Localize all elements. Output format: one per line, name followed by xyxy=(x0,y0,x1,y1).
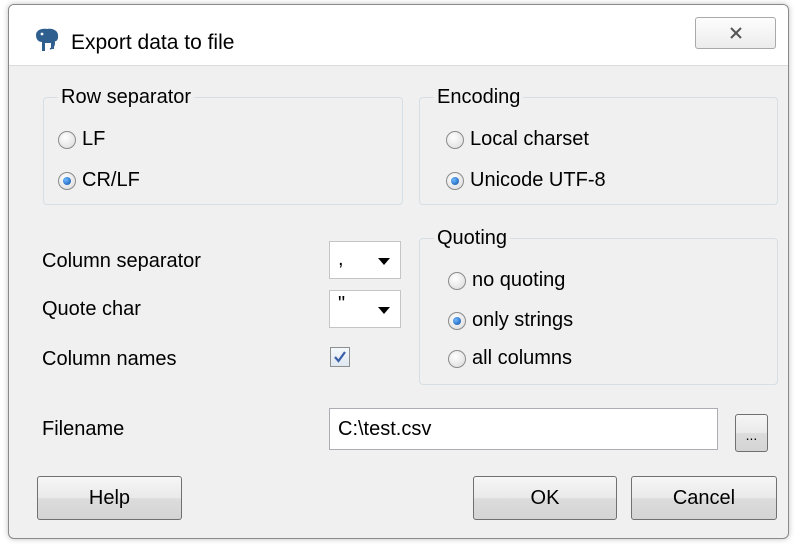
encoding-legend: Encoding xyxy=(434,85,524,109)
radio-button[interactable] xyxy=(58,171,76,190)
radio-label: no quoting xyxy=(472,269,566,291)
ok-label: OK xyxy=(530,486,560,509)
row-separator-legend: Row separator xyxy=(58,85,195,109)
checkmark-icon xyxy=(334,351,346,363)
browse-label: ... xyxy=(745,427,758,443)
radio-only-strings[interactable]: only strings xyxy=(448,309,573,332)
cancel-label: Cancel xyxy=(672,486,736,509)
radio-label: Local charset xyxy=(470,128,589,150)
quote-char-label: Quote char xyxy=(42,298,141,320)
browse-button[interactable]: ... xyxy=(735,414,768,452)
radio-button[interactable] xyxy=(448,271,466,290)
radio-unicode-utf8[interactable]: Unicode UTF-8 xyxy=(446,169,606,192)
combo-value: , xyxy=(338,248,344,270)
column-separator-select[interactable]: , xyxy=(329,241,401,279)
radio-button[interactable] xyxy=(446,130,464,149)
radio-label: LF xyxy=(82,128,106,150)
radio-label: all columns xyxy=(472,347,573,369)
help-button[interactable]: Help xyxy=(37,476,182,520)
title-bar: Export data to file xyxy=(9,5,788,66)
quoting-group: Quoting no quoting only strings all colu… xyxy=(419,226,778,385)
encoding-group: Encoding Local charset Unicode UTF-8 xyxy=(419,85,778,205)
help-label: Help xyxy=(88,486,131,509)
quoting-legend: Quoting xyxy=(434,226,511,250)
window-title: Export data to file xyxy=(71,31,235,54)
radio-lf[interactable]: LF xyxy=(58,128,105,151)
radio-button[interactable] xyxy=(58,130,76,149)
column-separator-label: Column separator xyxy=(42,250,201,272)
radio-button[interactable] xyxy=(448,311,466,330)
close-button[interactable] xyxy=(695,17,776,49)
combo-value: " xyxy=(338,293,346,315)
radio-label: Unicode UTF-8 xyxy=(470,169,606,191)
column-names-label: Column names xyxy=(42,348,177,370)
cancel-button[interactable]: Cancel xyxy=(631,476,777,520)
radio-label: CR/LF xyxy=(82,169,140,191)
filename-label: Filename xyxy=(42,418,125,440)
row-separator-group: Row separator LF CR/LF xyxy=(43,85,403,205)
quote-char-select[interactable]: " xyxy=(329,290,401,328)
radio-crlf[interactable]: CR/LF xyxy=(58,169,140,192)
chevron-down-icon xyxy=(378,307,390,314)
radio-no-quoting[interactable]: no quoting xyxy=(448,269,565,292)
elephant-icon xyxy=(36,28,59,51)
filename-value: C:\test.csv xyxy=(338,418,432,440)
ok-button[interactable]: OK xyxy=(473,476,617,520)
radio-button[interactable] xyxy=(446,171,464,190)
radio-button[interactable] xyxy=(448,349,466,368)
chevron-down-icon xyxy=(378,258,390,265)
filename-input[interactable]: C:\test.csv xyxy=(329,408,718,450)
radio-all-columns[interactable]: all columns xyxy=(448,347,572,370)
export-dialog: Export data to file Row separator LF CR/… xyxy=(8,4,789,539)
radio-label: only strings xyxy=(472,309,574,331)
radio-local-charset[interactable]: Local charset xyxy=(446,128,589,151)
close-icon xyxy=(729,27,742,39)
column-names-checkbox[interactable] xyxy=(330,347,350,367)
